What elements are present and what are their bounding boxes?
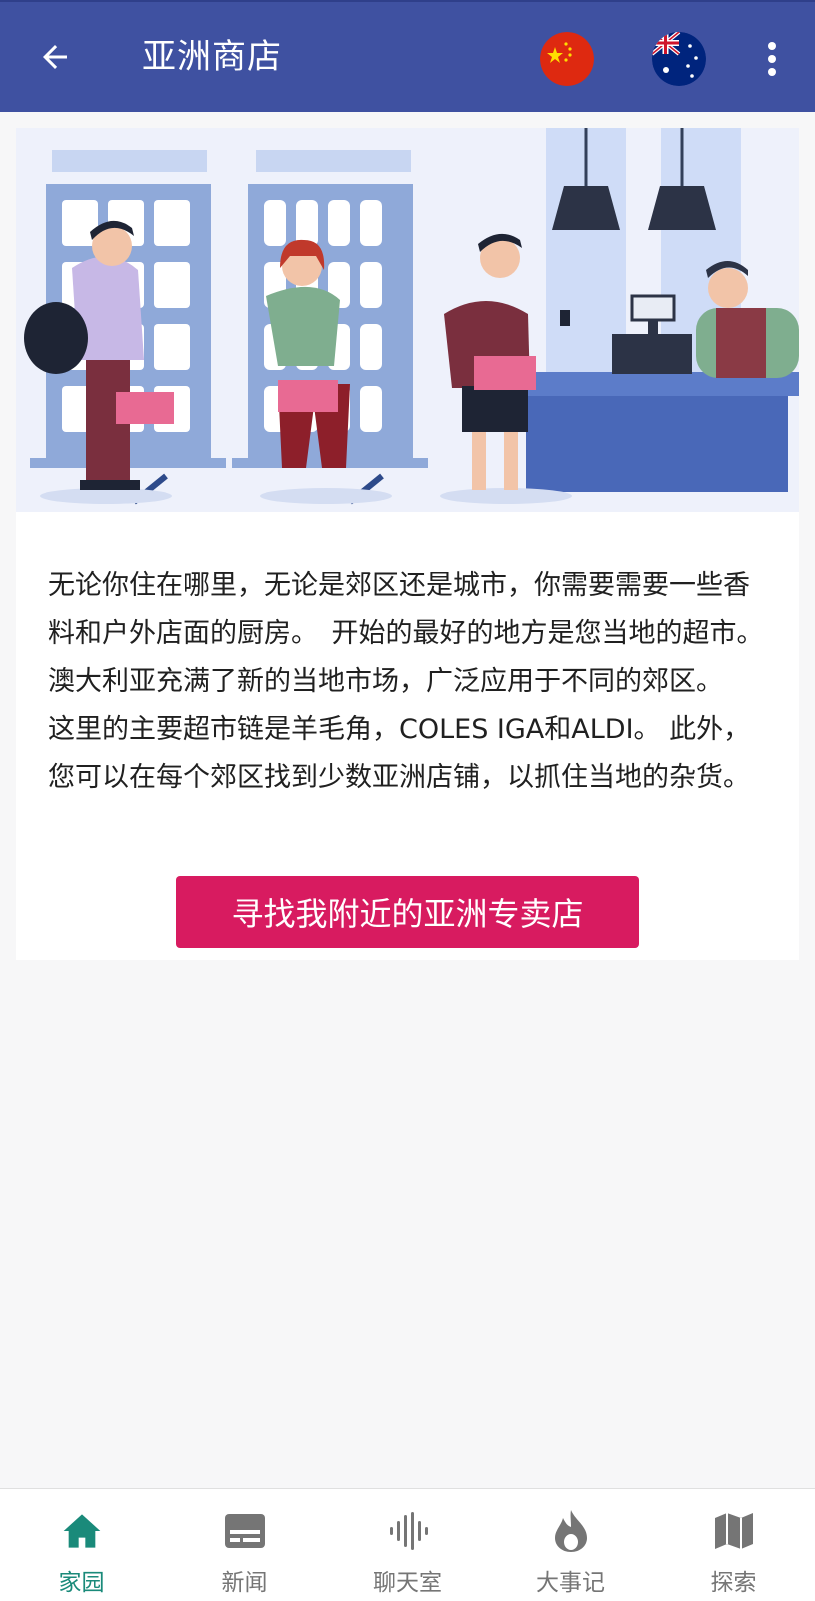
content-card: 无论你住在哪里，无论是郊区还是城市，你需要需要一些香料和户外店面的厨房。 开始的… [16,128,799,960]
overflow-menu-button[interactable] [756,36,788,82]
intro-paragraph: 无论你住在哪里，无论是郊区还是城市，你需要需要一些香料和户外店面的厨房。 开始的… [48,570,804,793]
audio-wave-icon [386,1509,430,1553]
nav-label-chatroom: 聊天室 [373,1570,442,1596]
more-vertical-icon [768,42,776,76]
nav-item-chatroom[interactable]: 聊天室 [326,1489,489,1601]
supermarket-illustration [16,128,799,512]
nav-label-explore: 探索 [710,1570,757,1596]
nav-item-timeline[interactable]: 大事记 [489,1489,652,1601]
china-flag-icon [540,32,594,86]
nav-label-timeline: 大事记 [536,1570,605,1596]
app-bar: 亚洲商店 [0,0,815,112]
nav-label-news: 新闻 [221,1570,268,1596]
home-icon [60,1509,104,1553]
australia-flag-button[interactable] [652,32,706,86]
nav-item-news[interactable]: 新闻 [163,1489,326,1601]
nav-item-home[interactable]: 家园 [0,1489,163,1601]
back-button[interactable] [30,32,80,82]
news-icon [223,1509,267,1553]
bottom-navigation: 家园 新闻 聊天室 大事记 探索 [0,1488,815,1601]
hero-illustration [16,128,799,512]
page-title: 亚洲商店 [142,37,282,77]
nav-item-explore[interactable]: 探索 [652,1489,815,1601]
australia-flag-icon [652,32,706,86]
nav-label-home: 家园 [58,1570,105,1596]
flame-icon [549,1509,593,1553]
map-icon [712,1509,756,1553]
arrow-left-icon [43,45,67,69]
find-nearby-stores-button[interactable]: 寻找我附近的亚洲专卖店 [176,876,639,948]
china-flag-button[interactable] [540,32,594,86]
